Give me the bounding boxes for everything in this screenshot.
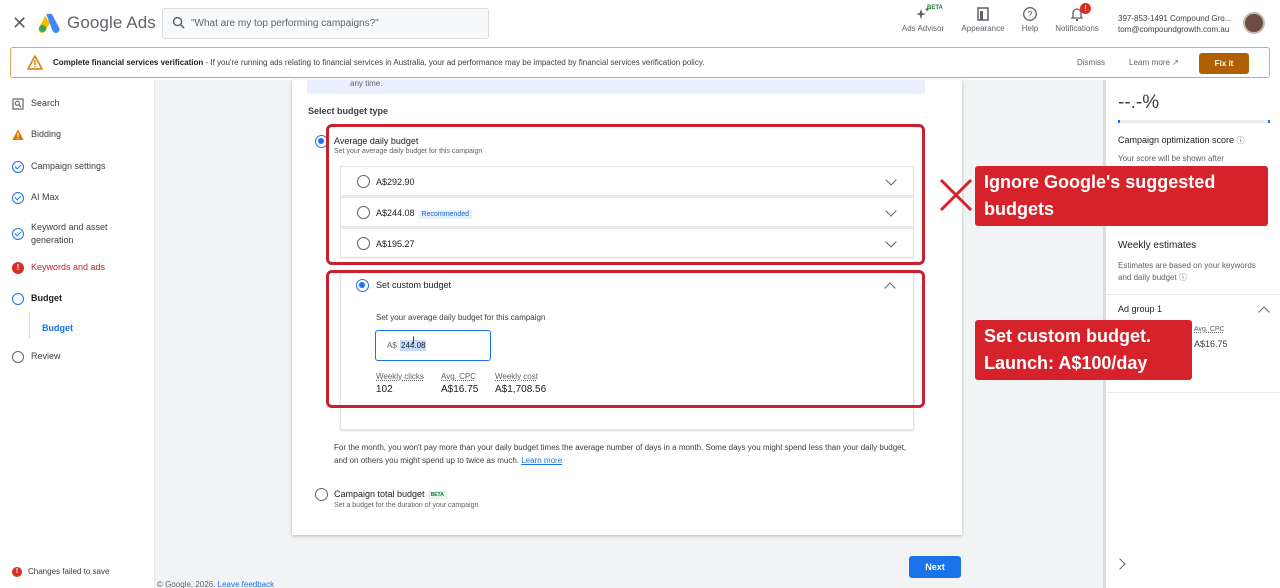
info-text: any time. bbox=[350, 79, 383, 88]
optimization-score-label: Campaign optimization score bbox=[1118, 135, 1235, 145]
campaign-total-budget-label: Campaign total budget bbox=[334, 489, 425, 499]
verification-banner: Complete financial services verification… bbox=[10, 47, 1270, 78]
notifications-label: Notifications bbox=[1055, 24, 1099, 33]
sidebar-item-label: Review bbox=[31, 351, 61, 361]
ads-advisor-label: Ads Advisor bbox=[901, 24, 945, 33]
ad-group-cpc-value: A$16.75 bbox=[1194, 339, 1228, 349]
campaign-total-budget-title: Campaign total budget BETA bbox=[334, 489, 447, 499]
optimization-score-value: --.-% bbox=[1118, 92, 1160, 113]
sidebar-item-label: Search bbox=[31, 98, 60, 108]
divider bbox=[1106, 392, 1280, 393]
sidebar-item-label: Keywords and ads bbox=[31, 262, 106, 272]
pending-step-icon bbox=[12, 351, 24, 363]
leave-feedback-link[interactable]: Leave feedback bbox=[218, 580, 275, 588]
appearance-label: Appearance bbox=[961, 24, 1005, 33]
account-id: 397-853-1491 Compound Gro... bbox=[1118, 14, 1232, 23]
sidebar-item-label: Bidding bbox=[31, 129, 62, 139]
nav-divider bbox=[29, 312, 30, 338]
sidebar-item-ai-max[interactable]: AI Max bbox=[12, 192, 59, 204]
campaign-total-budget-desc: Set a budget for the duration of your ca… bbox=[334, 502, 479, 509]
sidebar-item-review[interactable]: Review bbox=[12, 351, 61, 363]
learn-more-link[interactable]: Learn more bbox=[521, 456, 562, 465]
callout-custom-budget: Set custom budget. Launch: A$100/day bbox=[975, 320, 1192, 380]
footer: © Google, 2026. Leave feedback bbox=[157, 580, 274, 588]
chevron-up-icon[interactable] bbox=[1258, 306, 1270, 318]
save-status-label: Changes failed to save bbox=[28, 567, 110, 576]
google-ads-logo bbox=[38, 13, 60, 33]
beta-badge: BETA bbox=[927, 5, 943, 11]
sidebar-item-label: AI Max bbox=[31, 192, 60, 202]
help-icon[interactable]: ⓘ bbox=[1179, 273, 1187, 282]
monthly-spend-note: For the month, you won't pay more than y… bbox=[334, 441, 912, 467]
ad-group-cpc-label: Avg. CPC bbox=[1194, 326, 1225, 333]
sidebar-subitem-budget[interactable]: Budget bbox=[42, 323, 73, 333]
save-status: ! Changes failed to save bbox=[12, 567, 109, 577]
account-info[interactable]: 397-853-1491 Compound Gro... tom@compoun… bbox=[1118, 13, 1231, 35]
dismiss-button[interactable]: Dismiss bbox=[1077, 58, 1105, 67]
next-button[interactable]: Next bbox=[909, 556, 961, 578]
appearance-icon bbox=[977, 7, 989, 21]
info-strip bbox=[307, 80, 925, 94]
banner-title: Complete financial services verification bbox=[53, 58, 204, 67]
account-email: tom@compoundgrowth.com.au bbox=[1118, 25, 1230, 34]
sidebar-item-label: Budget bbox=[31, 293, 62, 303]
weekly-estimates-title: Weekly estimates bbox=[1118, 240, 1197, 251]
error-icon: ! bbox=[12, 262, 24, 274]
beta-badge: BETA bbox=[427, 490, 447, 499]
score-desc: Your score will be shown after bbox=[1118, 154, 1224, 163]
sidebar-item-label: Campaign settings bbox=[31, 161, 106, 171]
sidebar-item-budget[interactable]: Budget bbox=[12, 293, 62, 305]
fix-it-button[interactable]: Fix it bbox=[1199, 53, 1249, 74]
svg-text:?: ? bbox=[1027, 9, 1032, 19]
top-bar: ✕ Google Ads "What are my top performing… bbox=[0, 0, 1280, 46]
help-label: Help bbox=[1021, 24, 1039, 33]
chevron-right-icon[interactable] bbox=[1114, 558, 1126, 570]
optimization-score-title: Campaign optimization score ⓘ bbox=[1118, 135, 1245, 146]
cross-mark-icon bbox=[939, 178, 973, 212]
ad-group-title: Ad group 1 bbox=[1118, 304, 1163, 314]
sidebar-item-bidding[interactable]: Bidding bbox=[12, 129, 61, 141]
learn-more-link[interactable]: Learn more ↗ bbox=[1129, 58, 1179, 67]
sidebar-item-search[interactable]: Search bbox=[12, 98, 60, 110]
banner-message: Complete financial services verification… bbox=[53, 58, 704, 67]
divider bbox=[1106, 294, 1280, 295]
side-nav: Search Bidding Campaign settings AI Max … bbox=[0, 80, 155, 588]
search-icon bbox=[12, 98, 24, 110]
close-icon[interactable]: ✕ bbox=[12, 13, 27, 33]
sidebar-item-keyword-asset-generation[interactable]: Keyword and asset generation bbox=[12, 221, 122, 247]
sidebar-item-label: Keyword and asset generation bbox=[31, 222, 108, 245]
highlight-box-suggested-budgets bbox=[326, 124, 925, 265]
copyright: © Google, 2026. bbox=[157, 580, 216, 588]
score-bar bbox=[1118, 120, 1270, 123]
search-input[interactable]: "What are my top performing campaigns?" bbox=[162, 8, 489, 39]
check-circle-icon bbox=[12, 228, 24, 240]
notification-badge: ! bbox=[1080, 3, 1091, 14]
ads-advisor-button[interactable]: BETA Ads Advisor bbox=[893, 5, 953, 33]
help-icon: ? bbox=[1023, 7, 1037, 21]
select-budget-type-heading: Select budget type bbox=[308, 106, 389, 116]
notifications-button[interactable]: ! Notifications bbox=[1047, 3, 1107, 33]
sidebar-item-label: Budget bbox=[42, 323, 73, 333]
weekly-estimates-desc: Estimates are based on your keywords and… bbox=[1118, 260, 1268, 284]
warning-icon bbox=[27, 55, 43, 70]
external-link-icon: ↗ bbox=[1172, 58, 1179, 67]
banner-text: - If you're running ads relating to fina… bbox=[203, 58, 705, 67]
check-circle-icon bbox=[12, 192, 24, 204]
check-circle-icon bbox=[12, 161, 24, 173]
highlight-box-custom-budget bbox=[326, 270, 925, 408]
sidebar-item-campaign-settings[interactable]: Campaign settings bbox=[12, 161, 106, 173]
search-icon bbox=[172, 16, 185, 29]
current-step-icon bbox=[12, 293, 24, 305]
monthly-note-text: For the month, you won't pay more than y… bbox=[334, 443, 907, 465]
callout-ignore-suggested: Ignore Google's suggested budgets bbox=[975, 166, 1268, 226]
search-placeholder: "What are my top performing campaigns?" bbox=[191, 18, 379, 29]
help-icon[interactable]: ⓘ bbox=[1237, 136, 1245, 145]
brand-name: Google Ads bbox=[67, 13, 156, 32]
campaign-total-budget-radio[interactable] bbox=[315, 488, 328, 501]
avatar[interactable] bbox=[1243, 12, 1265, 34]
error-icon: ! bbox=[12, 567, 22, 577]
learn-more-label: Learn more bbox=[1129, 58, 1170, 67]
sidebar-item-keywords-and-ads[interactable]: ! Keywords and ads bbox=[12, 262, 105, 274]
warning-icon bbox=[12, 129, 24, 140]
